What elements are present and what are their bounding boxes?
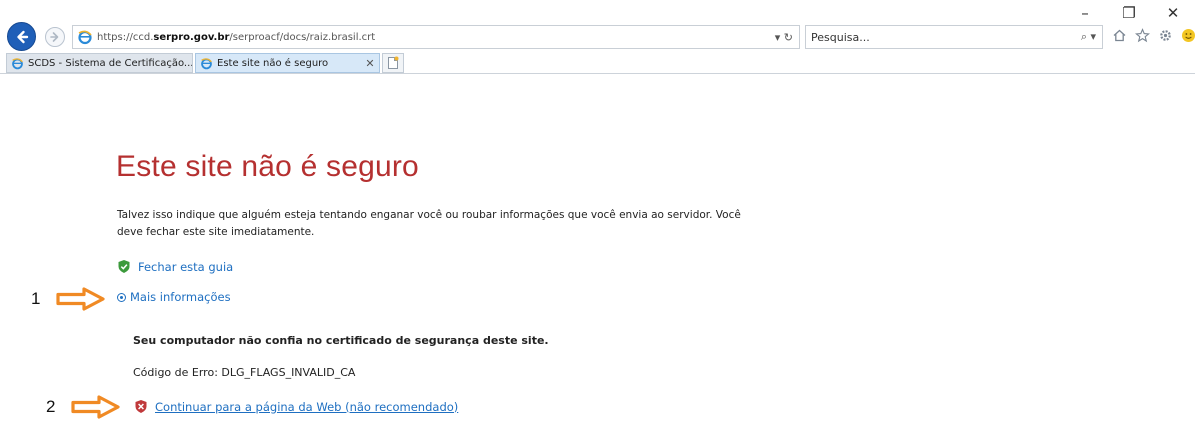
certificate-message: Seu computador não confia no certificado… (133, 334, 549, 347)
tab-label: Este site não é seguro (217, 57, 329, 69)
site-ie-icon (78, 30, 92, 45)
back-arrow-icon (16, 30, 28, 43)
more-info-link[interactable]: Mais informações (130, 290, 231, 304)
close-tab-row: Fechar esta guia (117, 259, 233, 274)
orange-arrow-icon (71, 395, 120, 419)
url-path: /serproacf/docs/raiz.brasil.crt (229, 31, 376, 43)
new-tab-icon (388, 56, 399, 69)
url-host: serpro.gov.br (153, 31, 230, 43)
error-code: Código de Erro: DLG_FLAGS_INVALID_CA (133, 366, 356, 379)
tab-strip: SCDS - Sistema de Certificação... Este s… (0, 53, 1195, 74)
annotation-number: 1 (31, 289, 41, 308)
forward-arrow-icon (50, 32, 59, 42)
refresh-dropdown-icon[interactable]: ▾ ↻ (775, 31, 793, 44)
back-button[interactable] (7, 22, 36, 51)
orange-arrow-icon (56, 287, 105, 311)
address-bar[interactable]: https://ccd.serpro.gov.br/serproacf/docs… (72, 25, 800, 49)
tab-close-icon[interactable]: ✕ (363, 57, 377, 70)
green-shield-icon (118, 260, 130, 273)
warning-description: Talvez isso indique que alguém esteja te… (117, 209, 741, 238)
continue-row: Continuar para a página da Web (não reco… (134, 399, 458, 414)
continue-link[interactable]: Continuar para a página da Web (não reco… (155, 400, 458, 414)
tab-ie-icon (201, 57, 212, 69)
page-title: Este site não é seguro (116, 150, 419, 183)
navigation-bar: https://ccd.serpro.gov.br/serproacf/docs… (0, 21, 1195, 53)
new-tab-button[interactable] (382, 53, 404, 73)
more-info-row: Mais informações (117, 290, 231, 304)
url-prefix: https://ccd. (97, 31, 154, 43)
home-icon[interactable] (1111, 27, 1127, 43)
tab-label: SCDS - Sistema de Certificação... (28, 57, 192, 69)
forward-button[interactable] (45, 27, 65, 47)
favorites-star-icon[interactable] (1134, 27, 1150, 43)
expand-circle-icon[interactable] (117, 292, 126, 302)
tab-ie-icon (12, 57, 23, 69)
annotation-marker-2: 2 (46, 395, 122, 419)
toolbar-icons (1111, 27, 1195, 43)
annotation-marker-1: 1 (31, 287, 107, 311)
tab-scds[interactable]: SCDS - Sistema de Certificação... (6, 53, 193, 73)
annotation-number: 2 (46, 397, 56, 416)
red-shield-icon (135, 400, 147, 413)
search-input[interactable] (806, 29, 1081, 45)
gear-icon[interactable] (1157, 27, 1173, 43)
search-box[interactable]: ⌕ ▾ (805, 25, 1103, 49)
close-tab-link[interactable]: Fechar esta guia (138, 260, 233, 274)
smiley-feedback-icon[interactable] (1180, 27, 1195, 43)
address-url[interactable]: https://ccd.serpro.gov.br/serproacf/docs… (97, 32, 775, 43)
search-icon[interactable]: ⌕ ▾ (1081, 30, 1096, 44)
tab-este-site[interactable]: Este site não é seguro ✕ (195, 53, 380, 73)
